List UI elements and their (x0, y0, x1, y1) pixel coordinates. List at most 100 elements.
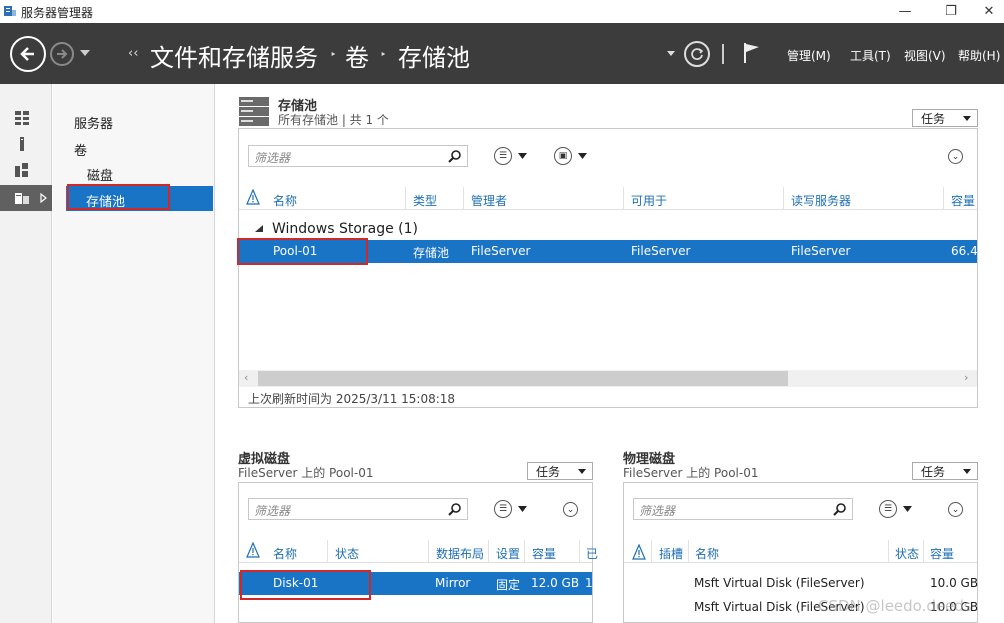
warning-sort-icon[interactable] (246, 189, 260, 206)
pdisks-section-subtitle: FileServer 上的 Pool-01 (623, 466, 759, 480)
col-type[interactable]: 类型 (413, 192, 437, 209)
menu-view[interactable]: 视图(V) (904, 47, 946, 64)
breadcrumb-item-file-storage[interactable]: 文件和存储服务 (150, 38, 318, 73)
scrollbar-thumb[interactable] (258, 371, 788, 386)
tasks-label: 任务 (536, 464, 561, 479)
list-view-icon: ☰ (494, 147, 512, 165)
col-name[interactable]: 名称 (273, 545, 297, 562)
pdisks-list-options-button[interactable]: ☰ (879, 500, 921, 518)
breadcrumb-separator: ‣ (380, 48, 387, 61)
col-provisioning[interactable]: 设置 (496, 545, 520, 562)
column-divider (428, 540, 429, 562)
col-capacity[interactable]: 容量 (532, 545, 556, 562)
chevron-down-icon: ⌄ (951, 504, 960, 515)
column-divider (783, 187, 784, 209)
col-capacity[interactable]: 容量 (930, 545, 954, 562)
group-header[interactable]: Windows Storage (1) (272, 221, 418, 237)
menu-help[interactable]: 帮助(H) (958, 47, 1000, 64)
vdisk-allocated-cell: 1 (585, 576, 593, 590)
pool-type-cell: 存储池 (413, 246, 450, 260)
col-name[interactable]: 名称 (695, 545, 719, 562)
warning-sort-icon[interactable] (246, 542, 260, 559)
close-icon: ✕ (983, 4, 995, 19)
server-manager-icon (4, 6, 16, 16)
restore-icon: ❐ (945, 4, 957, 19)
breadcrumb-dropdown-icon[interactable] (667, 51, 675, 57)
column-divider (888, 540, 889, 562)
vdisks-filter-input[interactable]: 筛选器 (248, 498, 468, 520)
column-divider (327, 540, 328, 562)
warning-sort-icon[interactable] (632, 544, 646, 561)
column-divider (524, 540, 525, 562)
vdisks-list-options-button[interactable]: ☰ (494, 500, 536, 518)
pdisks-collapse-button[interactable]: ⌄ (948, 502, 963, 517)
minimize-button[interactable]: — (882, 0, 928, 23)
header-divider (722, 44, 724, 64)
vdisks-tasks-button[interactable]: 任务 (527, 462, 593, 480)
all-servers-icon[interactable] (14, 162, 30, 178)
breadcrumb-item-volumes[interactable]: 卷 (345, 38, 369, 73)
chevron-down-icon: ⌄ (566, 504, 575, 515)
highlight-box-pool-01 (237, 238, 368, 265)
col-status[interactable]: 状态 (895, 545, 919, 562)
search-icon[interactable] (448, 502, 462, 516)
search-icon[interactable] (833, 502, 847, 516)
pdisk-name-cell[interactable]: Msft Virtual Disk (FileServer) (694, 576, 865, 590)
dropdown-arrow-icon (963, 468, 971, 474)
vdisk-layout-cell: Mirror (435, 576, 471, 590)
tasks-label: 任务 (921, 111, 946, 126)
breadcrumb-item-storage-pools: 存储池 (398, 44, 470, 72)
tasks-label: 任务 (921, 464, 946, 479)
column-divider (488, 540, 489, 562)
pools-save-query-button[interactable]: ▣ (554, 147, 596, 165)
window-titlebar: 服务器管理器 — ❐ ✕ (0, 0, 1004, 23)
list-view-icon: ☰ (879, 500, 897, 518)
nav-item-servers[interactable]: 服务器 (74, 113, 113, 132)
close-window-button[interactable]: ✕ (966, 0, 1004, 23)
nav-item-volumes[interactable]: 卷 (74, 140, 87, 159)
scroll-right-icon[interactable]: › (964, 371, 968, 384)
pool-capacity-cell: 66.4 (951, 244, 978, 258)
col-capacity[interactable]: 容量 (951, 192, 975, 209)
minimize-icon: — (898, 4, 912, 19)
pools-filter-input[interactable]: 筛选器 (248, 145, 468, 167)
scroll-left-icon[interactable]: ‹ (244, 371, 248, 384)
column-divider (923, 540, 924, 562)
nav-item-disks[interactable]: 磁盘 (87, 165, 113, 184)
local-server-icon[interactable] (14, 136, 30, 152)
vdisks-collapse-button[interactable]: ⌄ (563, 502, 578, 517)
pools-collapse-button[interactable]: ⌄ (948, 149, 963, 164)
column-divider (579, 540, 580, 562)
col-managed-by[interactable]: 管理者 (471, 192, 507, 209)
col-status[interactable]: 状态 (335, 545, 359, 562)
group-collapse-icon[interactable] (255, 225, 263, 232)
breadcrumb-prefix[interactable]: ‹‹ (128, 46, 138, 61)
arrow-right-icon (57, 49, 68, 59)
watermark: CSDN @leedo.deeds (818, 597, 972, 615)
col-allocated[interactable]: 已 (586, 545, 598, 562)
notifications-flag-icon[interactable] (742, 41, 762, 65)
back-button[interactable] (10, 36, 46, 72)
column-divider (688, 540, 689, 562)
arrow-left-icon (20, 47, 34, 61)
search-icon[interactable] (448, 149, 462, 163)
pools-list-options-button[interactable]: ☰ (494, 147, 536, 165)
pdisks-tasks-button[interactable]: 任务 (912, 462, 978, 480)
menu-manage[interactable]: 管理(M) (787, 47, 831, 64)
col-name[interactable]: 名称 (273, 192, 297, 209)
menu-tools[interactable]: 工具(T) (850, 47, 891, 64)
pdisks-filter-input[interactable]: 筛选器 (633, 498, 853, 520)
history-dropdown-icon[interactable] (80, 50, 90, 57)
forward-button[interactable] (50, 42, 74, 66)
pool-rw-server-cell: FileServer (791, 244, 851, 258)
col-available-to[interactable]: 可用于 (631, 192, 667, 209)
col-slot[interactable]: 插槽 (659, 545, 683, 562)
col-rw-server[interactable]: 读写服务器 (791, 192, 851, 209)
pools-tasks-button[interactable]: 任务 (912, 109, 978, 127)
col-layout[interactable]: 数据布局 (436, 545, 484, 562)
window-title: 服务器管理器 (21, 6, 94, 20)
refresh-button[interactable] (684, 41, 710, 67)
file-storage-icon (15, 193, 29, 204)
dashboard-icon[interactable] (14, 110, 30, 126)
expand-arrow-icon[interactable] (40, 193, 47, 203)
